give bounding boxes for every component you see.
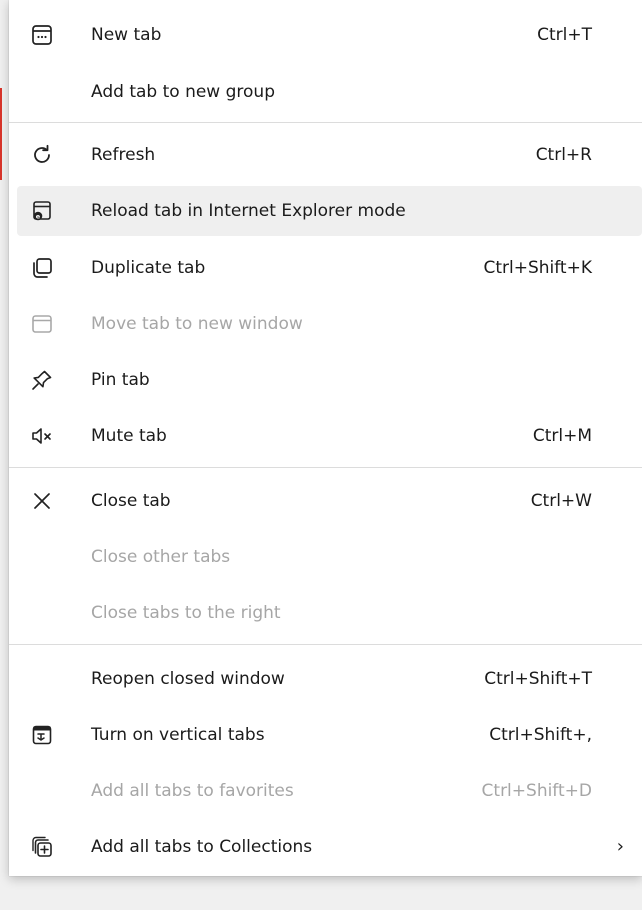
menu-divider xyxy=(9,467,642,468)
menu-item-label: Close other tabs xyxy=(91,547,231,567)
tab-context-menu: New tab Ctrl+T Add tab to new group Refr… xyxy=(9,0,642,876)
menu-item-label: Add all tabs to favorites xyxy=(91,781,294,801)
menu-item-label: Reload tab in Internet Explorer mode xyxy=(91,201,406,221)
svg-text:e: e xyxy=(36,212,41,220)
menu-item-close-tab[interactable]: Close tab Ctrl+W xyxy=(17,476,642,526)
mute-icon xyxy=(29,423,55,449)
menu-item-close-tabs-to-the-right: Close tabs to the right xyxy=(17,588,642,638)
menu-divider xyxy=(9,644,642,645)
menu-item-label: Duplicate tab xyxy=(91,258,206,278)
menu-item-reopen-closed-window[interactable]: Reopen closed window Ctrl+Shift+T xyxy=(17,654,642,704)
menu-item-label: Mute tab xyxy=(91,426,167,446)
menu-item-label: Refresh xyxy=(91,145,156,165)
duplicate-tab-icon xyxy=(29,255,55,281)
menu-item-shortcut: Ctrl+Shift+, xyxy=(489,725,592,745)
move-window-icon xyxy=(29,311,55,337)
menu-item-move-tab-to-new-window: Move tab to new window xyxy=(17,299,642,349)
collections-icon xyxy=(29,834,55,860)
menu-item-label: Close tabs to the right xyxy=(91,603,281,623)
menu-item-new-tab[interactable]: New tab Ctrl+T xyxy=(17,10,642,60)
menu-item-duplicate-tab[interactable]: Duplicate tab Ctrl+Shift+K xyxy=(17,243,642,293)
menu-item-label: Add all tabs to Collections xyxy=(91,837,313,857)
menu-item-shortcut: Ctrl+R xyxy=(535,145,592,165)
menu-item-shortcut: Ctrl+Shift+K xyxy=(483,258,592,278)
menu-item-shortcut: Ctrl+Shift+T xyxy=(484,669,592,689)
close-icon xyxy=(29,488,55,514)
menu-item-add-tab-to-new-group[interactable]: Add tab to new group xyxy=(17,67,642,117)
menu-item-shortcut: Ctrl+Shift+D xyxy=(481,781,592,801)
menu-item-label: Pin tab xyxy=(91,370,150,390)
menu-item-refresh[interactable]: Refresh Ctrl+R xyxy=(17,130,642,180)
page: New tab Ctrl+T Add tab to new group Refr… xyxy=(0,0,642,910)
menu-item-shortcut: Ctrl+T xyxy=(537,25,592,45)
menu-item-label: Move tab to new window xyxy=(91,314,303,334)
menu-item-turn-on-vertical-tabs[interactable]: Turn on vertical tabs Ctrl+Shift+, xyxy=(17,710,642,760)
submenu-chevron-icon: › xyxy=(616,836,624,857)
background-window-edge xyxy=(0,88,2,180)
menu-divider xyxy=(9,122,642,123)
menu-item-shortcut: Ctrl+W xyxy=(530,491,592,511)
vertical-tabs-icon xyxy=(29,722,55,748)
menu-item-label: Reopen closed window xyxy=(91,669,285,689)
ie-mode-icon: e xyxy=(29,198,55,224)
new-tab-icon xyxy=(29,22,55,48)
menu-item-add-all-tabs-to-favorites: Add all tabs to favorites Ctrl+Shift+D xyxy=(17,766,642,816)
refresh-icon xyxy=(29,142,55,168)
menu-item-shortcut: Ctrl+M xyxy=(532,426,592,446)
pin-icon xyxy=(29,367,55,393)
menu-item-pin-tab[interactable]: Pin tab xyxy=(17,355,642,405)
menu-item-mute-tab[interactable]: Mute tab Ctrl+M xyxy=(17,411,642,461)
menu-item-label: Turn on vertical tabs xyxy=(91,725,265,745)
menu-item-label: New tab xyxy=(91,25,162,45)
menu-item-add-all-tabs-to-collections[interactable]: Add all tabs to Collections › xyxy=(17,822,642,872)
menu-item-close-other-tabs: Close other tabs xyxy=(17,532,642,582)
menu-item-reload-ie-mode[interactable]: e Reload tab in Internet Explorer mode xyxy=(17,186,642,236)
menu-item-label: Add tab to new group xyxy=(91,82,275,102)
menu-item-label: Close tab xyxy=(91,491,171,511)
